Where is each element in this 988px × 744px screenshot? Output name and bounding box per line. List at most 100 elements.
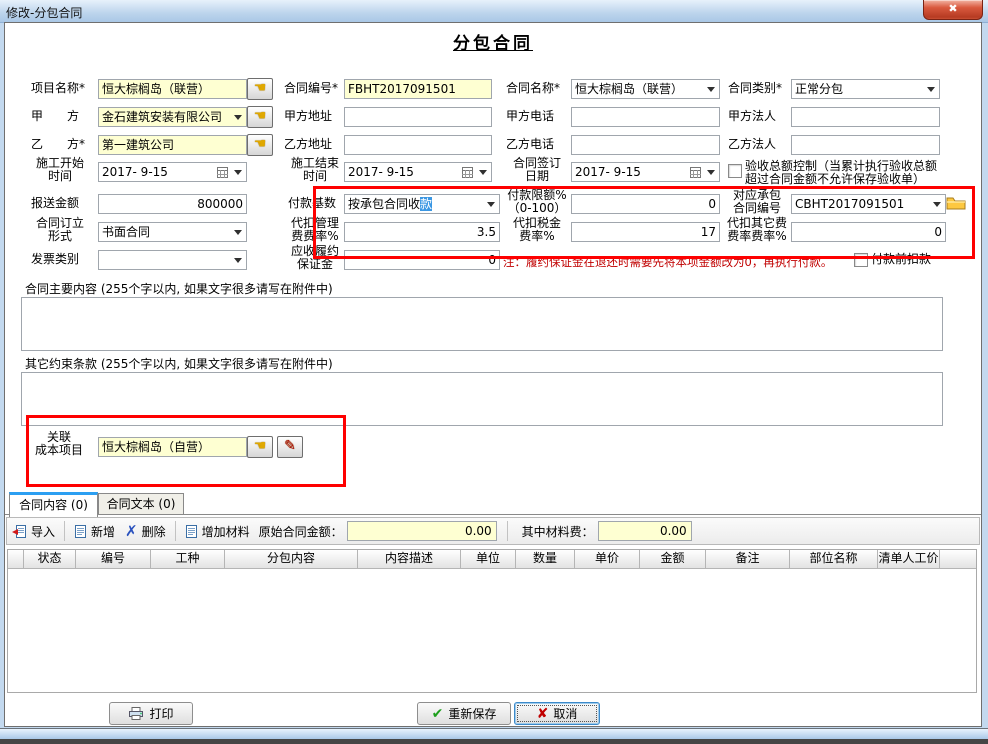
print-button[interactable]: 打印 [109, 702, 193, 725]
party-a-legal-label: 甲方法人 [728, 110, 776, 123]
resave-label: 重新保存 [448, 705, 496, 722]
document-icon [74, 524, 87, 539]
import-button[interactable]: 导入 [7, 521, 60, 542]
calendar-icon [217, 167, 228, 178]
close-icon[interactable]: ✖ [923, 0, 983, 20]
import-icon [12, 524, 27, 539]
hand-icon: ☚ [254, 136, 267, 152]
sign-date-label: 合同签订 日期 [502, 157, 572, 183]
chevron-down-icon [707, 170, 715, 179]
contract-name-value: 恒大棕榈岛（联营） [575, 82, 683, 96]
col-number[interactable]: 编号 [76, 550, 151, 568]
annotation-box-cost-project [26, 415, 346, 487]
add-material-button[interactable]: 增加材料 [180, 521, 255, 542]
add-row-button[interactable]: 新增 [69, 521, 120, 542]
party-b-field[interactable]: 第一建筑公司 [98, 135, 247, 155]
contract-form-value: 书面合同 [102, 225, 150, 239]
party-b-addr-label: 乙方地址 [284, 138, 332, 151]
grid-empty-body[interactable] [8, 568, 976, 692]
party-b-addr-field[interactable] [344, 135, 492, 155]
tab-contract-text[interactable]: 合同文本 (0) [98, 493, 184, 515]
resave-button[interactable]: ✔ 重新保存 [417, 702, 511, 725]
party-a-tel-label: 甲方电话 [506, 110, 554, 123]
cancel-button[interactable]: ✘ 取消 [514, 702, 600, 725]
contract-no-field[interactable]: FBHT2017091501 [344, 79, 492, 99]
project-picker-button[interactable]: ☚ [247, 78, 273, 100]
subcontract-dialog: 分包合同 项目名称* 恒大棕榈岛（联营） ☚ 合同编号* FBHT2017091… [4, 22, 982, 727]
material-fee-field[interactable]: 0.00 [598, 521, 692, 541]
other-terms-label: 其它约束条款 (255个字以内, 如果文字很多请写在附件中) [25, 358, 333, 371]
col-part-name[interactable]: 部位名称 [790, 550, 878, 568]
start-date-field[interactable]: 2017- 9-15 [98, 162, 247, 182]
print-label: 打印 [149, 705, 173, 722]
party-a-addr-field[interactable] [344, 107, 492, 127]
start-date-value: 2017- 9-15 [102, 165, 168, 179]
printer-icon [128, 707, 144, 720]
page-title: 分包合同 [5, 29, 981, 54]
party-a-addr-label: 甲方地址 [284, 110, 332, 123]
col-unit-price[interactable]: 单价 [575, 550, 640, 568]
contract-type-select[interactable]: 正常分包 [791, 79, 940, 99]
col-description[interactable]: 内容描述 [358, 550, 461, 568]
add-row-label: 新增 [91, 523, 115, 540]
chevron-down-icon [707, 87, 715, 96]
accept-total-checkbox[interactable] [728, 164, 742, 178]
contract-type-label: 合同类别* [728, 82, 782, 95]
parent-window-frame [0, 729, 988, 739]
delete-row-label: 删除 [142, 523, 166, 540]
accept-total-label: 验收总额控制（当累计执行验收总额 超过合同金额不允许保存验收单） [745, 160, 947, 186]
party-a-label: 甲 方 [31, 110, 79, 123]
party-a-legal-field[interactable] [791, 107, 940, 127]
main-content-textarea[interactable] [21, 297, 943, 351]
main-content-label: 合同主要内容 (255个字以内, 如果文字很多请写在附件中) [25, 283, 333, 296]
sign-date-value: 2017- 9-15 [575, 165, 641, 179]
chevron-down-icon [479, 170, 487, 179]
window-title: 修改-分包合同 [6, 4, 82, 21]
contract-form-select[interactable]: 书面合同 [98, 222, 247, 242]
material-fee-label: 其中材料费： [522, 523, 594, 540]
party-a-tel-field[interactable] [571, 107, 720, 127]
taskbar-sliver [0, 739, 988, 744]
cancel-x-icon: ✘ [537, 706, 549, 722]
invoice-type-select[interactable] [98, 250, 247, 270]
party-b-tel-field[interactable] [571, 135, 720, 155]
project-name-field[interactable]: 恒大棕榈岛（联营） [98, 79, 247, 99]
col-unit[interactable]: 单位 [461, 550, 516, 568]
party-a-combo[interactable]: 金石建筑安装有限公司 [98, 107, 247, 127]
check-icon: ✔ [432, 706, 444, 722]
col-amount[interactable]: 金额 [640, 550, 706, 568]
annotation-box-payment [313, 186, 975, 259]
chevron-down-icon [234, 170, 242, 179]
contract-name-select[interactable]: 恒大棕榈岛（联营） [571, 79, 720, 99]
chevron-down-icon [927, 87, 935, 96]
contract-name-label: 合同名称* [506, 82, 560, 95]
end-date-field[interactable]: 2017- 9-15 [344, 162, 492, 182]
window-titlebar: 修改-分包合同 [0, 0, 988, 23]
col-list-labor-price[interactable]: 清单人工价 [878, 550, 940, 568]
party-b-legal-field[interactable] [791, 135, 940, 155]
add-material-label: 增加材料 [202, 523, 250, 540]
tab-contract-content[interactable]: 合同内容 (0) [9, 492, 98, 517]
cancel-label: 取消 [553, 705, 577, 722]
col-quantity[interactable]: 数量 [516, 550, 575, 568]
party-a-picker-button[interactable]: ☚ [247, 106, 273, 128]
report-amount-field[interactable]: 800000 [98, 194, 247, 214]
orig-amount-field[interactable]: 0.00 [347, 521, 497, 541]
col-status[interactable]: 状态 [24, 550, 76, 568]
col-remark[interactable]: 备注 [706, 550, 790, 568]
import-label: 导入 [31, 523, 55, 540]
invoice-type-label: 发票类别 [31, 253, 79, 266]
contract-no-label: 合同编号* [284, 82, 338, 95]
sign-date-field[interactable]: 2017- 9-15 [571, 162, 720, 182]
delete-row-button[interactable]: ✗ 删除 [120, 520, 171, 542]
chevron-down-icon [234, 230, 242, 239]
contract-type-value: 正常分包 [795, 82, 843, 96]
col-trade[interactable]: 工种 [151, 550, 225, 568]
project-name-label: 项目名称* [31, 82, 85, 95]
party-b-picker-button[interactable]: ☚ [247, 134, 273, 156]
party-a-value: 金石建筑安装有限公司 [102, 110, 222, 124]
col-sub-content[interactable]: 分包内容 [225, 550, 358, 568]
end-date-value: 2017- 9-15 [348, 165, 414, 179]
grid-header-row: 状态 编号 工种 分包内容 内容描述 单位 数量 单价 金额 备注 部位名称 清… [8, 550, 976, 568]
chevron-down-icon [234, 258, 242, 267]
